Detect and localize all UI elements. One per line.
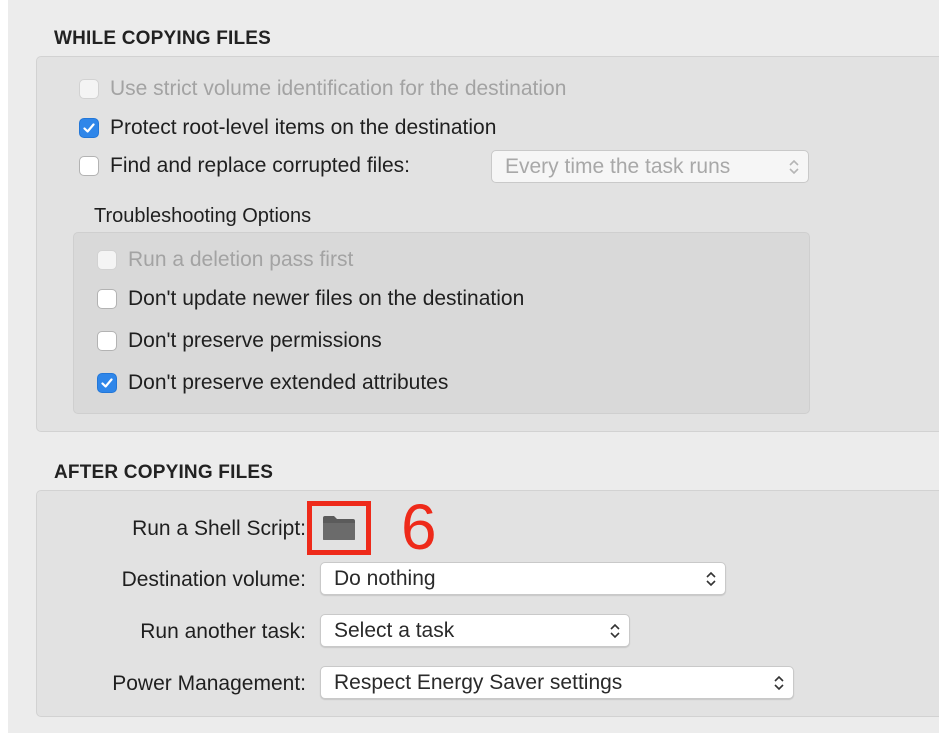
- run-another-task-popup[interactable]: Select a task: [320, 614, 630, 647]
- power-management-popup[interactable]: Respect Energy Saver settings: [320, 666, 794, 699]
- checkbox[interactable]: [79, 118, 99, 138]
- chevron-updown-icon: [789, 159, 799, 174]
- troubleshooting-title: Troubleshooting Options: [94, 205, 311, 228]
- while-copying-title: WHILE COPYING FILES: [54, 28, 272, 49]
- annotation-number: 6: [401, 491, 437, 563]
- option-dont-update-newer[interactable]: Don't update newer files on the destinat…: [97, 287, 524, 311]
- option-label: Protect root-level items on the destinat…: [110, 116, 497, 139]
- option-find-replace-corrupted[interactable]: Find and replace corrupted files:: [79, 154, 410, 178]
- checkbox[interactable]: [79, 156, 99, 176]
- troubleshooting-panel: Run a deletion pass first Don't update n…: [73, 232, 810, 414]
- power-management-label: Power Management:: [112, 672, 306, 695]
- checkbox[interactable]: [97, 331, 117, 351]
- settings-window: WHILE COPYING FILES Use strict volume id…: [8, 0, 939, 733]
- chevron-updown-icon: [774, 675, 784, 690]
- chevron-updown-icon: [706, 571, 716, 586]
- option-label: Don't preserve permissions: [128, 329, 382, 352]
- popup-value: Respect Energy Saver settings: [334, 670, 623, 694]
- chevron-updown-icon: [610, 623, 620, 638]
- shell-script-label: Run a Shell Script:: [132, 517, 306, 540]
- popup-value: Every time the task runs: [505, 154, 731, 178]
- corrupted-files-frequency-popup[interactable]: Every time the task runs: [491, 150, 809, 183]
- option-label: Don't update newer files on the destinat…: [128, 287, 525, 310]
- option-protect-root-level[interactable]: Protect root-level items on the destinat…: [79, 116, 496, 140]
- troubleshooting-title-text: Troubleshooting Options: [94, 205, 312, 227]
- destination-volume-popup[interactable]: Do nothing: [320, 562, 726, 595]
- option-label: Find and replace corrupted files:: [110, 154, 410, 177]
- checkbox[interactable]: [97, 250, 117, 270]
- checkbox[interactable]: [79, 79, 99, 99]
- while-copying-panel: Use strict volume identification for the…: [36, 56, 939, 432]
- option-label: Use strict volume identification for the…: [110, 77, 567, 100]
- after-copying-title: AFTER COPYING FILES: [54, 462, 274, 483]
- option-label: Run a deletion pass first: [128, 248, 354, 271]
- popup-value: Select a task: [334, 618, 455, 642]
- destination-volume-label: Destination volume:: [121, 568, 306, 591]
- popup-value: Do nothing: [334, 566, 436, 590]
- checkbox[interactable]: [97, 373, 117, 393]
- after-copying-panel: Run a Shell Script: 6 Destination volume…: [36, 490, 939, 717]
- checkbox[interactable]: [97, 289, 117, 309]
- run-another-task-label: Run another task:: [140, 620, 306, 643]
- option-label: Don't preserve extended attributes: [128, 371, 449, 394]
- option-dont-preserve-ext-attrs[interactable]: Don't preserve extended attributes: [97, 371, 448, 395]
- annotation-highlight-box: [307, 501, 371, 555]
- option-dont-preserve-permissions[interactable]: Don't preserve permissions: [97, 329, 382, 353]
- option-deletion-pass-first[interactable]: Run a deletion pass first: [97, 248, 353, 272]
- option-strict-volume-id[interactable]: Use strict volume identification for the…: [79, 77, 566, 101]
